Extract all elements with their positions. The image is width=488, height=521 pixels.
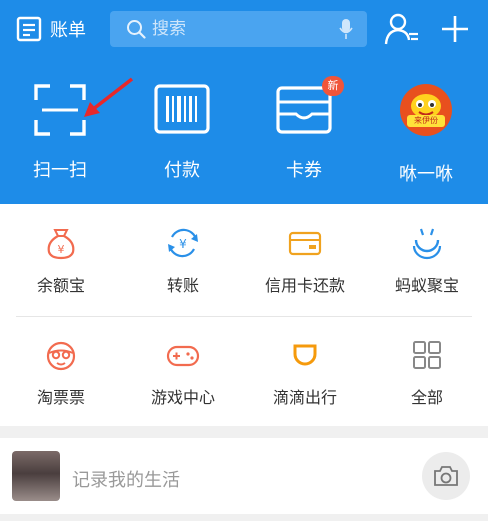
header-panel: 账单 搜索 扫一扫 付款 新 卡券 来伊份 咻一咻 <box>0 0 488 204</box>
coupons-button[interactable]: 新 卡券 <box>244 76 364 182</box>
camera-button[interactable] <box>422 452 470 500</box>
money-bag-icon: ¥ <box>47 229 75 260</box>
search-bar[interactable] <box>110 11 367 47</box>
grid-label: 滴滴出行 <box>272 388 337 407</box>
mascot-icon: 来伊份 <box>400 84 452 136</box>
search-input[interactable] <box>152 19 322 39</box>
gamepad-icon <box>166 345 200 367</box>
grid-item-didi[interactable]: 滴滴出行 <box>244 316 366 412</box>
grid-item-credit-card[interactable]: 信用卡还款 <box>244 204 366 300</box>
credit-card-icon <box>288 231 322 256</box>
annotation-arrow <box>84 77 134 117</box>
grid-label: 淘票票 <box>36 388 85 407</box>
barcode-icon <box>154 84 210 134</box>
grid-label: 转账 <box>166 276 199 295</box>
ant-treasure-icon <box>412 228 442 260</box>
pay-label: 付款 <box>164 160 200 181</box>
all-apps-icon <box>413 341 441 369</box>
bill-icon <box>16 16 42 42</box>
grid-label: 游戏中心 <box>150 388 215 407</box>
top-bar: 账单 <box>0 0 488 60</box>
grid-label: 蚂蚁聚宝 <box>394 276 459 295</box>
bill-button[interactable]: 账单 <box>16 14 86 44</box>
post-bar[interactable]: 记录我的生活 <box>0 438 488 514</box>
alipay-home: 账单 搜索 扫一扫 付款 新 卡券 来伊份 咻一咻 ¥ 余额宝 ¥ 转账 信用卡… <box>0 0 488 521</box>
camera-icon <box>434 466 458 486</box>
scan-label: 扫一扫 <box>33 160 87 181</box>
search-icon <box>127 20 146 39</box>
grid-item-taopiaopiao[interactable]: 淘票票 <box>0 316 122 412</box>
movie-ticket-icon <box>46 341 76 371</box>
coupons-label: 卡券 <box>286 160 322 181</box>
contacts-icon[interactable] <box>384 12 420 46</box>
microphone-icon[interactable] <box>339 19 353 39</box>
add-icon[interactable] <box>440 14 470 44</box>
grid-item-game-center[interactable]: 游戏中心 <box>122 316 244 412</box>
pay-button[interactable]: 付款 <box>122 80 242 182</box>
grid-label: 余额宝 <box>36 276 85 295</box>
xiu-label: 咻一咻 <box>399 164 453 185</box>
bill-label: 账单 <box>50 20 86 41</box>
xiu-button[interactable]: 来伊份 咻一咻 <box>366 80 486 186</box>
service-grid: ¥ 余额宝 ¥ 转账 信用卡还款 蚂蚁聚宝 淘票票 游戏中心 滴滴出行 全部 <box>0 204 488 426</box>
svg-text:¥: ¥ <box>58 243 65 256</box>
svg-text:¥: ¥ <box>179 237 187 251</box>
grid-label: 信用卡还款 <box>264 276 345 295</box>
didi-icon <box>293 344 317 366</box>
transfer-icon: ¥ <box>168 228 198 258</box>
avatar[interactable] <box>12 451 60 501</box>
post-placeholder[interactable]: 记录我的生活 <box>72 466 180 492</box>
grid-item-ant-fortune[interactable]: 蚂蚁聚宝 <box>366 204 488 300</box>
grid-item-yuebao[interactable]: ¥ 余额宝 <box>0 204 122 300</box>
grid-item-all[interactable]: 全部 <box>366 316 488 412</box>
grid-item-transfer[interactable]: ¥ 转账 <box>122 204 244 300</box>
new-badge: 新 <box>322 76 344 96</box>
mascot-text: 来伊份 <box>407 115 445 127</box>
grid-label: 全部 <box>410 388 443 407</box>
